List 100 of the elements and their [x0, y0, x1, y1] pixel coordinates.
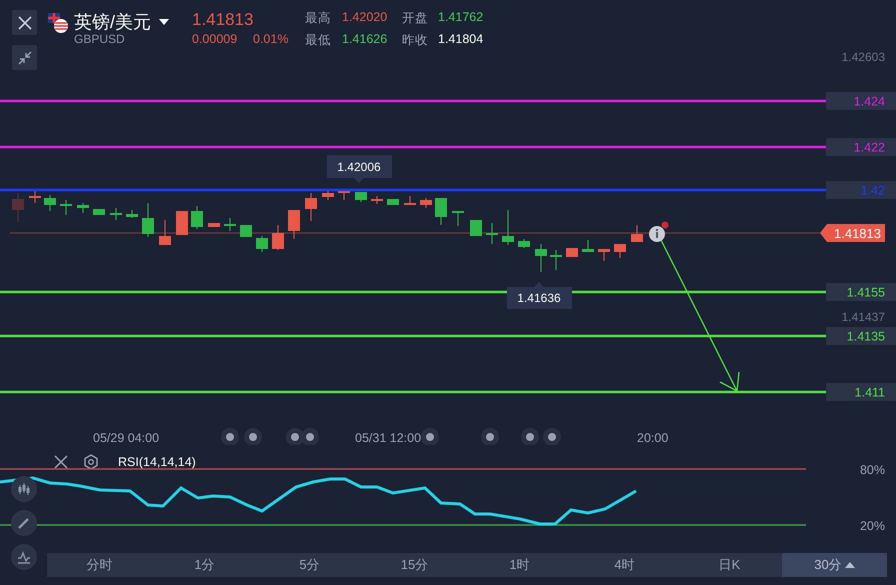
candle — [486, 222, 498, 244]
level-label: 1.424 — [854, 94, 885, 108]
candle — [126, 210, 138, 218]
line-chart-icon — [17, 550, 31, 564]
candle — [598, 248, 610, 262]
level-label-background — [826, 138, 896, 156]
stat-label: 最低 — [305, 32, 331, 49]
indicator-title: RSI(14,14,14) — [118, 455, 196, 469]
level-label-background — [826, 283, 896, 301]
flag-icon — [48, 13, 68, 33]
candle — [44, 194, 56, 212]
candle — [77, 202, 89, 214]
timeframe-tab[interactable]: 1时 — [467, 553, 572, 577]
level-label-background — [826, 92, 896, 110]
time-label: 05/29 04:00 — [93, 431, 160, 445]
candle — [550, 250, 562, 270]
chart-type-button[interactable] — [11, 476, 37, 502]
candle — [420, 198, 432, 208]
candle — [582, 240, 594, 252]
level-label: 1.411 — [854, 386, 885, 400]
event-marker-icon[interactable] — [221, 428, 239, 445]
event-marker-icon[interactable] — [244, 428, 262, 445]
caret-up-icon — [844, 562, 855, 568]
level-label: 1.4135 — [846, 330, 885, 344]
candle — [142, 202, 154, 238]
close-icon[interactable] — [54, 455, 68, 469]
collapse-arrows-icon — [18, 50, 32, 64]
settings-icon[interactable] — [84, 454, 98, 470]
candle — [452, 210, 464, 226]
candle — [176, 210, 188, 236]
candle — [240, 224, 252, 238]
timeframe-tab[interactable]: 1分 — [152, 553, 257, 577]
price-change-percent: 0.01% — [253, 32, 288, 46]
timeframe-tab[interactable]: 日K — [677, 553, 782, 577]
candle — [322, 190, 334, 200]
level-label: 1.42 — [860, 184, 885, 198]
stat-label: 开盘 — [402, 10, 428, 27]
event-marker-icon[interactable] — [521, 428, 539, 445]
candlestick-icon — [17, 482, 31, 496]
candle — [338, 190, 350, 200]
candle — [110, 208, 122, 220]
close-button[interactable] — [12, 10, 37, 35]
symbol-selector[interactable]: 英镑/美元 — [74, 10, 170, 34]
symbol-code: GBPUSD — [74, 32, 125, 46]
timeframe-tab[interactable]: 15分 — [362, 553, 467, 577]
rsi-level-label: 80% — [860, 463, 885, 477]
info-icon[interactable] — [649, 226, 665, 242]
indicator-button[interactable] — [11, 544, 37, 570]
candle — [224, 218, 236, 232]
level-line[interactable] — [0, 290, 826, 294]
candle — [371, 196, 383, 204]
candle — [256, 236, 268, 252]
level-label-background — [826, 181, 896, 199]
candle — [305, 192, 317, 222]
time-label: 05/31 12:00 — [355, 431, 422, 445]
time-label: 20:00 — [637, 431, 668, 445]
close-icon — [18, 16, 32, 30]
current-price-tag: 1.41813 — [820, 224, 885, 242]
candle — [631, 224, 643, 242]
timeframe-tab[interactable]: 分时 — [47, 553, 152, 577]
event-marker-icon[interactable] — [543, 428, 561, 445]
event-marker-icon[interactable] — [301, 428, 319, 445]
low-price-callout: 1.41636 — [507, 282, 572, 309]
event-marker-icon[interactable] — [421, 428, 439, 445]
draw-tool-button[interactable] — [11, 510, 37, 536]
caret-down-icon — [159, 19, 170, 25]
last-price: 1.41813 — [192, 10, 254, 30]
level-label: 1.422 — [854, 140, 885, 154]
pencil-icon — [17, 516, 31, 530]
candle — [470, 220, 482, 236]
timeframe-tab[interactable]: 4时 — [572, 553, 677, 577]
candle — [518, 238, 530, 248]
stat-label: 昨收 — [402, 32, 428, 49]
candle — [208, 222, 220, 228]
stat-value: 1.41762 — [438, 10, 484, 24]
candle — [93, 208, 105, 216]
level-label-background — [826, 327, 896, 345]
candle — [159, 220, 171, 246]
timeframe-tab[interactable]: 5分 — [257, 553, 362, 577]
stat-value: 1.42020 — [342, 10, 388, 24]
stat-label: 最高 — [305, 10, 331, 27]
axis-label: 1.41437 — [842, 310, 885, 324]
candle — [404, 196, 416, 206]
collapse-button[interactable] — [12, 45, 37, 70]
candle — [566, 248, 578, 258]
candle — [614, 244, 626, 258]
candle — [502, 210, 514, 246]
event-marker-icon[interactable] — [481, 428, 499, 445]
timeframe-tab[interactable]: 30分 — [782, 553, 887, 577]
candle — [288, 210, 300, 240]
axis-label: 1.42603 — [842, 50, 885, 64]
level-label: 1.4155 — [846, 286, 885, 300]
candle — [355, 192, 367, 202]
stat-value: 1.41626 — [342, 32, 388, 46]
candle — [272, 224, 284, 250]
candle — [435, 198, 447, 226]
candle — [29, 190, 41, 204]
price-change: 0.00009 — [192, 32, 238, 46]
candle — [535, 244, 547, 272]
high-price-callout: 1.42006 — [327, 155, 392, 183]
